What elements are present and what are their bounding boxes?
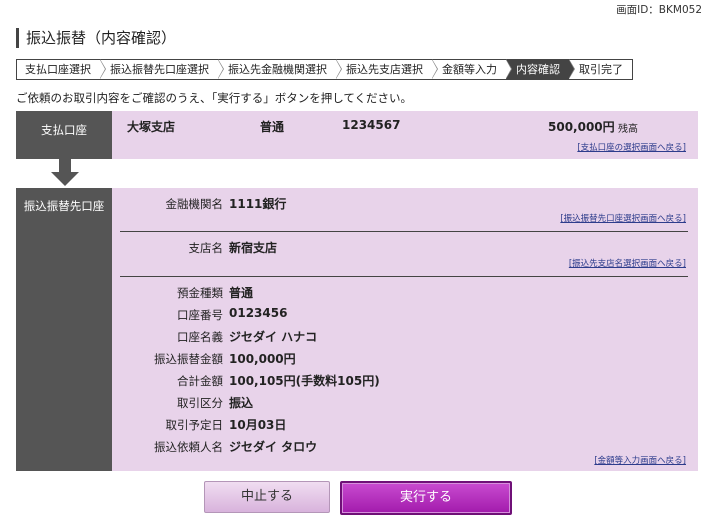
requester-name-value: ジセダイ タロウ	[229, 440, 318, 454]
transfer-account-back-link[interactable]: [振込振替先口座選択画面へ戻る]	[560, 212, 686, 224]
payment-account-panel: 支払口座 大塚支店 普通 1234567 500,000円 残高 [支払口座の選…	[16, 111, 698, 159]
payment-account-type: 普通	[260, 120, 285, 134]
payment-account-header-label: 支払口座	[41, 123, 87, 137]
bank-name-value: 1111銀行	[229, 197, 287, 211]
total-amount-value: 100,105円(手数料105円)	[229, 374, 380, 388]
amount-input-back-link[interactable]: [金額等入力画面へ戻る]	[594, 454, 686, 466]
screen-id: 画面ID：BKM052	[616, 4, 702, 16]
branch-name-value: 新宿支店	[229, 241, 278, 255]
payment-balance: 500,000円	[548, 120, 615, 134]
transaction-type-value: 振込	[229, 396, 254, 410]
transfer-amount-label: 振込振替金額	[154, 352, 223, 366]
scheduled-date-value: 10月03日	[229, 418, 287, 432]
account-number-label: 口座番号	[177, 308, 223, 322]
scheduled-date-label: 取引予定日	[165, 418, 224, 432]
cancel-button[interactable]: 中止する	[204, 481, 330, 513]
payment-branch: 大塚支店	[127, 120, 176, 134]
step-5: 金額等入力	[432, 59, 512, 79]
account-number-value: 0123456	[229, 306, 288, 320]
payment-account-header: 支払口座	[16, 111, 112, 159]
step-7: 取引完了	[569, 60, 632, 79]
transfer-account-header-label: 振込振替先口座	[23, 199, 105, 213]
payment-account-number: 1234567	[342, 118, 401, 132]
step-1: 支払口座選択	[17, 59, 106, 79]
requester-name-label: 振込依頼人名	[154, 440, 223, 454]
account-holder-value: ジセダイ ハナコ	[229, 330, 318, 344]
total-amount-label: 合計金額	[177, 374, 223, 388]
step-indicator: 支払口座選択 振込振替先口座選択 振込先金融機関選択 振込先支店選択 金額等入力…	[16, 59, 633, 80]
branch-back-link[interactable]: [振込先支店名選択画面へ戻る]	[569, 257, 686, 269]
divider-1	[120, 231, 688, 232]
down-arrow-icon	[51, 172, 79, 186]
transaction-type-label: 取引区分	[177, 396, 223, 410]
account-holder-label: 口座名義	[177, 330, 223, 344]
step-4: 振込先支店選択	[336, 59, 438, 79]
bank-name-label: 金融機関名	[165, 197, 224, 211]
transfer-account-panel: 振込振替先口座 金融機関名 1111銀行 [振込振替先口座選択画面へ戻る] 支店…	[16, 188, 698, 471]
step-3: 振込先金融機関選択	[218, 59, 342, 79]
page-title: 振込振替（内容確認）	[16, 28, 176, 48]
divider-2	[120, 276, 688, 277]
deposit-type-value: 普通	[229, 286, 254, 300]
transfer-amount-value: 100,000円	[229, 352, 296, 366]
execute-button[interactable]: 実行する	[340, 481, 512, 515]
instruction-text: ご依頼のお取引内容をご確認のうえ、「実行する」ボタンを押してください。	[16, 91, 413, 105]
deposit-type-label: 預金種類	[177, 286, 223, 300]
payment-balance-label: 残高	[618, 124, 638, 135]
branch-name-label: 支店名	[188, 241, 224, 255]
step-2: 振込振替先口座選択	[100, 59, 224, 79]
transfer-account-header: 振込振替先口座	[16, 188, 112, 471]
down-arrow-stem	[59, 159, 71, 173]
step-6-active: 内容確認	[506, 59, 575, 79]
payment-account-back-link[interactable]: [支払口座の選択画面へ戻る]	[577, 141, 686, 153]
